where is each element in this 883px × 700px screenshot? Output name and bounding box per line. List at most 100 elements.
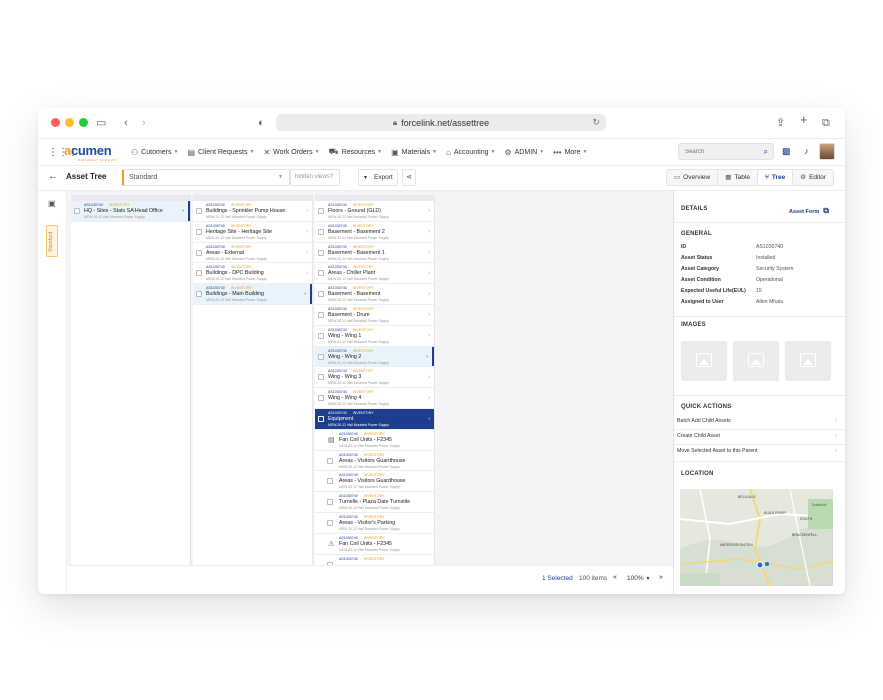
tree-row[interactable]: AS1030740 INVENTORY Areas - External MEW-20… [193, 243, 312, 264]
chevron-right-icon[interactable]: › [428, 312, 430, 318]
minimize-window-button[interactable] [65, 118, 74, 127]
chevron-right-icon[interactable]: › [304, 291, 306, 297]
chevron-right-icon[interactable]: › [428, 333, 430, 339]
nav-more[interactable]: ••• More ▼ [553, 148, 587, 157]
tree-row[interactable]: AS1030740 INVENTORY HQ - Sites - Stats SA … [71, 201, 190, 222]
chevron-right-icon[interactable]: › [428, 395, 430, 401]
share-button[interactable]: ⋖ [402, 169, 416, 186]
bell-icon[interactable]: ♪ [804, 146, 809, 156]
tree-row[interactable]: AS1030740 INVENTORY Wing - Wing 2 MEW-20-12… [315, 346, 434, 368]
tree-row[interactable]: AS1030740 INVENTORY [315, 555, 434, 565]
search-icon[interactable]: ⌕ [764, 147, 768, 157]
asset-form-link[interactable]: Asset Form ⧉ [789, 206, 829, 216]
tree-row[interactable]: AS1030740 INVENTORY Basement - Drum MEW-20-… [315, 305, 434, 326]
row-checkbox[interactable] [318, 332, 324, 339]
share-icon[interactable]: ⇪ [776, 116, 785, 130]
row-checkbox[interactable] [196, 228, 202, 235]
row-checkbox[interactable] [318, 270, 324, 277]
row-checkbox[interactable] [327, 457, 333, 464]
tree-row[interactable]: AS1030740 INVENTORY Floors - Ground (GLD) M… [315, 201, 434, 222]
chevron-right-icon[interactable]: › [428, 291, 430, 297]
row-checkbox[interactable] [196, 249, 202, 256]
last-page-icon[interactable]: » [659, 574, 663, 581]
location-map[interactable]: BELLVILLE KUILS RIVER SOUTH Sulderholt B… [680, 489, 833, 586]
row-checkbox[interactable] [196, 270, 202, 277]
back-arrow-icon[interactable]: ‹ [124, 116, 128, 130]
tabs-overview-icon[interactable]: ⧉ [822, 116, 830, 130]
row-checkbox[interactable] [327, 519, 333, 526]
tree-row[interactable]: AS1030740 INVENTORY Areas - Visitor's Park… [315, 513, 434, 534]
panel-toggle-icon[interactable]: ▣ [48, 199, 56, 208]
nav-cutomers[interactable]: ⚇ Cutomers ▼ [131, 148, 178, 157]
action-create-child-asset[interactable]: Create Child Asset › [677, 433, 837, 439]
row-checkbox[interactable] [318, 208, 324, 214]
tree-row[interactable]: AS1030740 INVENTORY Areas - Chiller Plant M… [315, 263, 434, 285]
search-box[interactable]: ⌕ [678, 143, 774, 160]
tree-row[interactable]: AS1030740 INVENTORY Buildings - DPC Buildi… [193, 263, 312, 285]
action-move-selected-asset[interactable]: Move Selected Asset to this Parent › [677, 448, 837, 454]
address-bar[interactable]: 🔒︎ forcelink.net/assettree ↻ [276, 114, 606, 131]
acumen-logo[interactable]: acumen software support [64, 144, 122, 162]
chevron-right-icon[interactable]: › [428, 250, 430, 256]
row-checkbox[interactable] [327, 499, 333, 506]
sidebar-toggle-icon[interactable]: ▭ [96, 116, 106, 130]
tree-row[interactable]: AS1030740 INVENTORY Heritage Site - Herita… [193, 222, 312, 243]
chevron-right-icon[interactable]: › [306, 270, 308, 276]
nav-client-requests[interactable]: ▤ Client Requests ▼ [187, 148, 254, 157]
tab-table[interactable]: ▦ Table [718, 170, 758, 185]
row-checkbox[interactable] [196, 291, 202, 298]
chevron-right-icon[interactable]: › [428, 270, 430, 276]
row-checkbox[interactable] [318, 311, 324, 318]
chevron-right-icon[interactable]: › [306, 208, 308, 214]
chevron-right-icon[interactable]: › [428, 374, 430, 380]
tree-row[interactable]: AS1030740 INVENTORY Wing - Wing 3 MEW-20-12… [315, 367, 434, 389]
tree-row[interactable]: AS1030740 INVENTORY Basement - Basement 1M… [315, 243, 434, 264]
tree-row[interactable]: AS1030740 INVENTORY Equipment MEW-20-12 Hal… [315, 408, 434, 430]
tree-row[interactable]: ⚠ AS1030740 INVENTORY Fan Coil Units - F234… [315, 534, 434, 555]
image-placeholder[interactable] [785, 341, 831, 381]
row-checkbox[interactable] [327, 478, 333, 485]
image-placeholder[interactable] [733, 341, 779, 381]
row-checkbox[interactable] [318, 228, 324, 235]
maximize-window-button[interactable] [79, 118, 88, 127]
row-checkbox[interactable] [318, 374, 324, 381]
first-page-icon[interactable]: « [613, 574, 617, 581]
action-batch-add-child-assets[interactable]: Batch Add Child Assets › [677, 418, 837, 424]
row-checkbox[interactable] [318, 291, 324, 298]
tree-row[interactable]: AS1030740 INVENTORY Areas - Visitors Guard… [315, 451, 434, 472]
nav-accounting[interactable]: ⌂ Accounting ▼ [446, 148, 495, 157]
view-select[interactable]: Standard ▼ [122, 169, 290, 186]
search-input[interactable] [685, 148, 755, 155]
tree-row[interactable]: AS1030740 INVENTORY Wing - Wing 1 MEW-20-12… [315, 326, 434, 347]
nav-admin[interactable]: ⚙ ADMIN ▼ [504, 148, 544, 157]
privacy-shield-icon[interactable]: ◐ [258, 116, 265, 130]
chevron-right-icon[interactable]: › [428, 416, 430, 422]
chat-icon[interactable]: ▩ [782, 146, 791, 157]
new-tab-icon[interactable]: + [800, 113, 808, 127]
chevron-right-icon[interactable]: › [428, 208, 430, 214]
tree-row[interactable]: ▤ AS1030740 INVENTORY Fan Coil Units - F234… [315, 430, 434, 451]
image-placeholder[interactable] [681, 341, 727, 381]
user-avatar[interactable] [819, 143, 835, 160]
chevron-right-icon[interactable]: › [428, 229, 430, 235]
nav-materials[interactable]: ▣ Materials ▼ [391, 148, 437, 157]
row-checkbox[interactable] [318, 353, 324, 360]
tab-editor[interactable]: ⚙ Editor [793, 170, 833, 185]
nav-work-orders[interactable]: ✕ Work Orders ▼ [263, 148, 319, 157]
chevron-right-icon[interactable]: › [306, 229, 308, 235]
tree-row[interactable]: AS1030740 INVENTORY Buildings - Sprinkler … [193, 201, 312, 222]
tree-row[interactable]: AS1030740 INVENTORY Wing - Wing 4 MEW-20-12… [315, 388, 434, 409]
zoom-select[interactable]: 100% ▼ [627, 575, 650, 582]
back-arrow-icon[interactable]: ← [48, 171, 58, 182]
row-checkbox[interactable] [318, 415, 324, 422]
row-checkbox[interactable] [196, 208, 202, 214]
close-window-button[interactable] [51, 118, 60, 127]
tree-row[interactable]: AS1030740 INVENTORY Basement - Basement 2M… [315, 222, 434, 243]
tree-row[interactable]: AS1030740 INVENTORY Buildings - Main Build… [193, 284, 312, 305]
chevron-right-icon[interactable]: › [306, 250, 308, 256]
reload-icon[interactable]: ↻ [592, 117, 600, 128]
export-button[interactable]: ▼ Export [358, 169, 398, 186]
chevron-right-icon[interactable]: › [182, 208, 184, 214]
nav-resources[interactable]: ⛟ Resources ▼ [329, 147, 383, 157]
tab-tree[interactable]: ⑂ Tree [757, 170, 794, 185]
